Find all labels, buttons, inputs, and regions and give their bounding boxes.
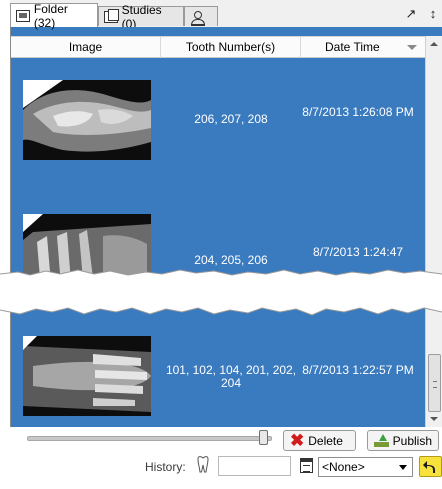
tab-folder[interactable]: Folder (32) bbox=[10, 1, 98, 30]
grid-rows: 206, 207, 208 8/7/2013 1:26:08 PM 204, 2… bbox=[11, 58, 425, 427]
tab-studies[interactable]: Studies (0) bbox=[98, 3, 184, 31]
pin-icon[interactable]: ↕ bbox=[426, 5, 440, 23]
tooth-icon[interactable] bbox=[197, 456, 209, 473]
zoom-slider-thumb[interactable] bbox=[259, 430, 268, 445]
person-icon bbox=[190, 10, 205, 26]
tab-strip: Folder (32) Studies (0) ↗ ↕ bbox=[10, 0, 442, 31]
zoom-slider-track[interactable] bbox=[27, 436, 272, 441]
date-time-cell: 8/7/2013 1:26:08 PM bbox=[302, 105, 414, 119]
dropdown-arrow-icon bbox=[399, 465, 407, 470]
edit-icon[interactable]: ↗ bbox=[402, 5, 420, 23]
column-header-date-time[interactable]: Date Time bbox=[301, 37, 425, 58]
column-header-date-time-label: Date Time bbox=[325, 40, 380, 54]
xray-thumbnail[interactable] bbox=[23, 80, 151, 160]
history-label: History: bbox=[145, 460, 186, 474]
vertical-scrollbar[interactable] bbox=[425, 36, 442, 427]
tooth-numbers-cell: 206, 207, 208 bbox=[194, 112, 268, 126]
date-time-cell: 8/7/2013 1:22:57 PM bbox=[302, 363, 414, 377]
publish-upload-icon bbox=[374, 434, 389, 447]
tooth-numbers-cell: 101, 102, 104, 201, 202, 204 bbox=[165, 363, 297, 390]
folder-icon bbox=[16, 9, 30, 22]
grid-header: Image Tooth Number(s) Date Time bbox=[11, 36, 425, 58]
scroll-up-arrow-icon[interactable] bbox=[430, 42, 438, 46]
undo-arrow-icon bbox=[423, 461, 435, 473]
history-input[interactable] bbox=[218, 456, 291, 476]
calendar-icon[interactable] bbox=[300, 458, 313, 473]
scrollbar-grip-icon bbox=[433, 381, 437, 388]
column-header-image[interactable]: Image bbox=[11, 37, 161, 58]
studies-icon bbox=[104, 8, 119, 23]
delete-button[interactable]: ✖ Delete bbox=[283, 430, 356, 451]
xray-thumbnail[interactable] bbox=[23, 336, 151, 416]
scroll-down-arrow-icon[interactable] bbox=[430, 417, 438, 421]
image-grid: Image Tooth Number(s) Date Time 206, 207… bbox=[10, 27, 442, 427]
scrollbar-thumb[interactable] bbox=[428, 354, 441, 412]
history-select[interactable]: <None> bbox=[318, 457, 413, 477]
delete-button-label: Delete bbox=[308, 433, 343, 448]
publish-button[interactable]: Publish bbox=[367, 430, 439, 451]
tooth-numbers-cell: 204, 205, 206 bbox=[194, 253, 268, 267]
table-row[interactable]: 101, 102, 104, 201, 202, 204 8/7/2013 1:… bbox=[11, 312, 425, 422]
undo-button[interactable] bbox=[419, 456, 442, 477]
torn-paper-break bbox=[0, 269, 442, 316]
history-select-value: <None> bbox=[322, 460, 365, 474]
tab-patient[interactable] bbox=[184, 6, 218, 26]
tab-folder-label: Folder (32) bbox=[33, 1, 68, 30]
publish-button-label: Publish bbox=[392, 433, 432, 448]
column-header-tooth-numbers[interactable]: Tooth Number(s) bbox=[161, 37, 301, 58]
date-time-cell: 8/7/2013 1:24:47 bbox=[312, 245, 404, 259]
sort-descending-icon bbox=[407, 45, 417, 50]
delete-x-icon: ✖ bbox=[290, 431, 305, 450]
table-row[interactable]: 206, 207, 208 8/7/2013 1:26:08 PM bbox=[11, 66, 425, 161]
